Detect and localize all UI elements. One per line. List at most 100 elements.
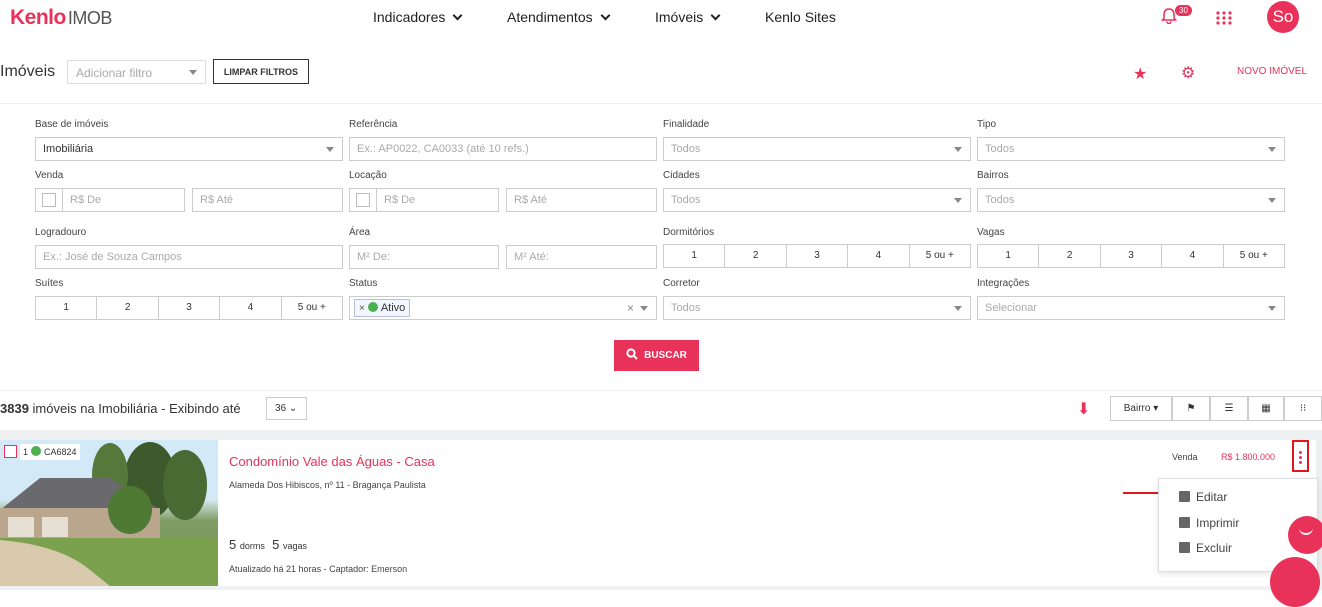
dropdown-arrow-icon [189,70,197,75]
logradouro-input[interactable]: Ex.: José de Souza Campos [35,245,343,269]
referencia-label: Referência [349,119,398,130]
area-max-input[interactable]: M² Até: [506,245,657,269]
table-view-button[interactable]: ▦ [1248,396,1284,421]
bairros-select[interactable]: Todos [977,188,1285,212]
grid-view-button[interactable]: ⁝⁝ [1284,396,1322,421]
list-view-button[interactable]: ☰ [1210,396,1248,421]
nav-indicadores[interactable]: Indicadores [373,9,463,25]
vagas-option-4[interactable]: 4 [1162,245,1224,267]
chevron-down-icon [710,10,721,21]
divider [0,103,1322,104]
venda-checkbox[interactable] [42,193,56,207]
dorm-option-5plus[interactable]: 5 ou + [910,245,970,267]
finalidade-label: Finalidade [663,119,710,130]
listing-updated: Atualizado há 21 horas - Captador: Emers… [229,564,408,574]
menu-item-imprimir[interactable]: Imprimir [1179,516,1239,530]
suites-option-5plus[interactable]: 5 ou + [282,297,342,319]
dorm-option-4[interactable]: 4 [848,245,910,267]
listing-title[interactable]: Condomínio Vale das Águas - Casa [229,454,435,469]
listing-code-badge: 1 CA6824 [20,444,80,460]
suites-option-2[interactable]: 2 [97,297,159,319]
property-photo[interactable] [0,440,218,586]
kenlo-logo[interactable]: Kenlo IMOB [10,6,112,30]
apps-grid-icon[interactable] [1216,11,1232,25]
bairros-label: Bairros [977,170,1009,181]
grid-icon: ⁝⁝ [1299,403,1307,414]
base-label: Base de imóveis [35,119,109,130]
venda-max-input[interactable]: R$ Até [192,188,343,212]
area-min-input[interactable]: M² De: [349,245,499,269]
vagas-option-2[interactable]: 2 [1039,245,1101,267]
menu-item-excluir[interactable]: Excluir [1179,541,1232,555]
base-select[interactable]: Imobiliária [35,137,343,161]
suites-option-3[interactable]: 3 [159,297,221,319]
per-page-select[interactable]: 36 ⌄ [266,397,307,420]
cidades-label: Cidades [663,170,700,181]
nav-kenlo-sites[interactable]: Kenlo Sites [765,9,836,25]
venda-label: Venda [35,170,64,181]
vagas-selector: 1 2 3 4 5 ou + [977,244,1285,268]
remove-tag-icon[interactable]: × [359,303,365,314]
house-image [0,440,218,586]
vagas-option-1[interactable]: 1 [978,245,1040,267]
chevron-down-icon [452,10,463,21]
finalidade-select[interactable]: Todos [663,137,971,161]
dropdown-arrow-icon [954,198,962,203]
dorm-option-3[interactable]: 3 [787,245,849,267]
suites-option-1[interactable]: 1 [36,297,98,319]
sort-select[interactable]: Bairro ▾ [1110,396,1172,421]
nav-atendimentos[interactable]: Atendimentos [507,9,611,25]
select-listing-checkbox[interactable] [4,445,17,458]
listing-card[interactable]: 1 CA6824 Condomínio Vale das Águas - Casa… [0,440,1316,586]
search-icon [626,348,638,360]
vagas-option-5plus[interactable]: 5 ou + [1224,245,1284,267]
gear-icon[interactable]: ⚙ [1181,63,1195,83]
print-icon [1179,517,1190,528]
nav-imoveis[interactable]: Imóveis [655,9,721,25]
dropdown-arrow-icon [1268,198,1276,203]
locacao-max-input[interactable]: R$ Até [506,188,657,212]
area-label: Área [349,227,371,238]
vagas-option-3[interactable]: 3 [1101,245,1163,267]
locacao-label: Locação [349,170,387,181]
page-title: Imóveis [0,63,56,80]
menu-item-editar[interactable]: Editar [1179,490,1227,504]
status-label: Status [349,278,378,289]
clear-status-icon[interactable]: × [627,301,634,315]
active-dot-icon [367,302,378,312]
top-navbar: Kenlo IMOB Indicadores Atendimentos Imóve… [0,0,1322,36]
listing-address: Alameda Dos Hibiscos, nº 11 - Bragança P… [229,480,426,490]
dropdown-arrow-icon [954,147,962,152]
dormitorios-selector: 1 2 3 4 5 ou + [663,244,971,268]
referencia-input[interactable]: Ex.: AP0022, CA0033 (até 10 refs.) [349,137,657,161]
search-button[interactable]: BUSCAR [614,340,699,371]
dropdown-arrow-icon [640,306,648,311]
flag-icon: ⚑ [1186,403,1196,414]
cidades-select[interactable]: Todos [663,188,971,212]
dorm-option-2[interactable]: 2 [725,245,787,267]
star-icon[interactable]: ★ [1133,64,1147,84]
more-options-icon[interactable] [1292,440,1309,472]
suites-option-4[interactable]: 4 [220,297,282,319]
suites-selector: 1 2 3 4 5 ou + [35,296,343,320]
corretor-select[interactable]: Todos [663,296,971,320]
clear-filters-button[interactable]: LIMPAR FILTROS [213,59,309,84]
locacao-checkbox[interactable] [356,193,370,207]
chat-bubble-icon[interactable] [1288,516,1322,554]
new-property-link[interactable]: NOVO IMÓVEL [1237,66,1307,77]
venda-min-input[interactable]: R$ De [62,188,185,212]
locacao-min-input[interactable]: R$ De [376,188,499,212]
download-icon[interactable]: ⬇ [1077,399,1090,419]
user-avatar[interactable]: So [1267,1,1299,33]
list-icon: ☰ [1224,403,1234,414]
dormitorios-label: Dormitórios [663,227,715,238]
status-tag-ativo: × Ativo [354,299,411,317]
flag-view-button[interactable]: ⚑ [1172,396,1210,421]
suites-label: Suítes [35,278,64,289]
add-filter-select[interactable]: Adicionar filtro [67,60,206,84]
trash-icon [1179,542,1190,553]
floating-bell-icon[interactable] [1270,557,1320,607]
dorm-option-1[interactable]: 1 [664,245,726,267]
tipo-select[interactable]: Todos [977,137,1285,161]
integracoes-select[interactable]: Selecionar [977,296,1285,320]
